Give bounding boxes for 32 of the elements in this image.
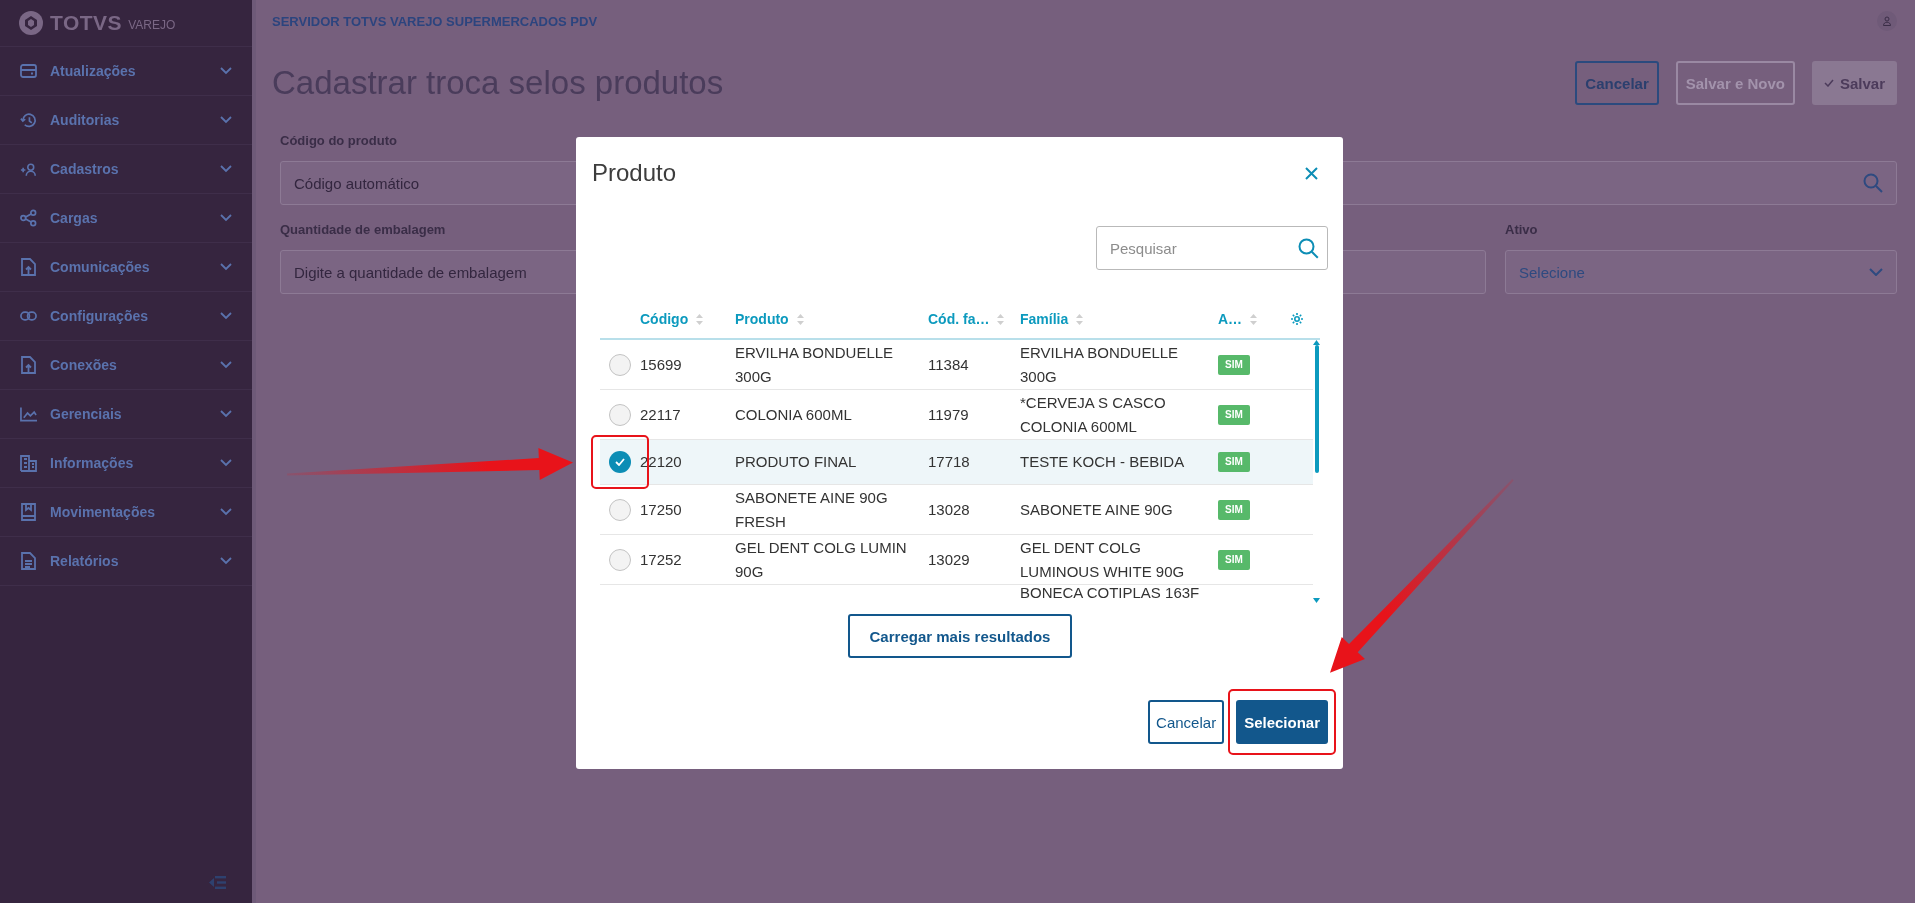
table-cell-text: 17718 (928, 452, 971, 472)
table-cell-text: BONECA COTIPLAS 163F (1020, 585, 1201, 601)
server-name: SERVIDOR TOTVS VAREJO SUPERMERCADOS PDV (272, 13, 598, 29)
table-cell-text: 13029 (928, 549, 971, 570)
table-cell-text: ERVILHA BONDUELLE 300G (735, 342, 895, 387)
table-cell-text: PRODUTO FINAL (735, 452, 858, 472)
table-cell-text: GEL DENT COLG LUMINOUS WHITE 90G (1020, 537, 1186, 582)
table-cell-text: 15699 (640, 354, 683, 375)
table-cell-text: SABONETE AINE 90G (1020, 499, 1174, 520)
table-cell-text: TESTE KOCH - BEBIDA (1020, 452, 1186, 472)
table-cell-text: 17250 (640, 499, 683, 520)
status-badge: SIM (1218, 404, 1250, 425)
table-cell-text: COLONIA 600ML (735, 404, 853, 425)
table-cell-text: 17252 (640, 549, 683, 570)
table-cell-text: 13028 (928, 499, 971, 520)
dialog-title: Produto (592, 159, 677, 187)
status-badge: SIM (1218, 499, 1250, 520)
field-label: Código do produto (280, 133, 398, 150)
table-cell-text: SABONETE AINE 90G FRESH (735, 487, 889, 532)
table-cell-text: ERVILHA BONDUELLE 300G (1020, 342, 1180, 387)
status-badge: SIM (1218, 452, 1250, 472)
table-cell-text: *CERVEJA S CASCO COLONIA 600ML (1020, 392, 1167, 437)
status-badge: SIM (1218, 549, 1250, 570)
brand-name: TOTVS (50, 11, 123, 35)
table-cell-text: 11979 (928, 404, 970, 425)
field-label: Ativo (1505, 222, 1539, 239)
status-badge: SIM (1218, 354, 1250, 375)
table-cell-text: 22117 (640, 404, 682, 425)
table-cell-text: 11384 (928, 354, 970, 375)
table-cell-text: GEL DENT COLG LUMIN 90G (735, 537, 908, 582)
field-label: Quantidade de embalagem (280, 222, 447, 239)
product-name: VAREJO (128, 17, 176, 32)
